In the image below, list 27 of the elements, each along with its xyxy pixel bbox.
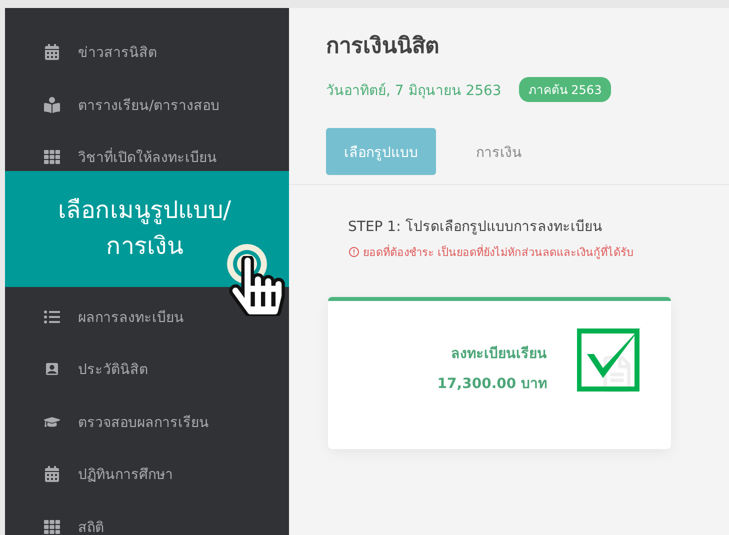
list-icon: [43, 308, 60, 325]
callout-text: เลือกเมนูรูปแบบ/: [58, 195, 232, 226]
sidebar-item[interactable]: ประวัตินิสิต: [5, 343, 154, 396]
option-amount: 17,300.00 บาท: [437, 375, 547, 394]
option-card[interactable]: ลงทะเบียนเรียน 17,300.00 บาท: [328, 297, 671, 449]
sidebar-item[interactable]: วิชาที่เปิดให้ลงทะเบียน: [5, 131, 223, 184]
sidebar-item[interactable]: สถิติ: [5, 500, 110, 535]
step-title: STEP 1: โปรดเลือกรูปแบบการลงทะเบียน: [348, 218, 604, 237]
profile-card-icon: [43, 361, 60, 378]
sidebar-item[interactable]: ผลการลงทะเบียน: [5, 290, 190, 343]
sidebar-item[interactable]: ข่าวสารนิสิต: [5, 26, 163, 78]
calendar-icon: [43, 466, 60, 482]
sidebar-item[interactable]: ตรวจสอบผลการเรียน: [5, 396, 215, 448]
callout-text: การเงิน: [106, 230, 183, 262]
date-text: วันอาทิตย์, 7 มิถุนายน 2563: [326, 82, 502, 100]
sidebar-item[interactable]: ปฏิทินการศึกษา: [5, 448, 179, 500]
term-badge: ภาคต้น 2563: [519, 77, 611, 102]
calendar-icon: [43, 44, 60, 60]
grid-icon: [43, 149, 60, 166]
sidebar-item[interactable]: ตารางเรียน/ตารางสอบ: [5, 78, 226, 131]
reader-icon: [43, 96, 60, 113]
grid-icon: [43, 518, 60, 535]
tab[interactable]: การเงิน: [458, 128, 540, 175]
option-name: ลงทะเบียนเรียน: [451, 344, 547, 364]
warning-text: ยอดที่ต้องชำระ เป็นยอดที่ยังไม่หักส่วนลดและเงินกู้ที่ได้รับ: [363, 244, 634, 261]
page-title: การเงินนิสิต: [326, 33, 440, 61]
info-icon: [348, 246, 360, 258]
